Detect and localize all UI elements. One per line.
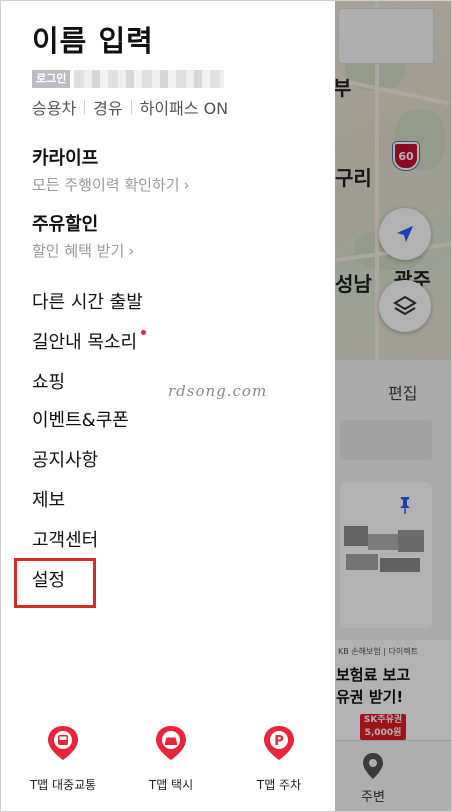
menu-shopping[interactable]: 쇼핑 bbox=[32, 368, 65, 394]
taxi-icon bbox=[152, 724, 190, 762]
carlife-title[interactable]: 카라이프 bbox=[32, 144, 98, 170]
fuel-discount-link-text: 할인 혜택 받기 bbox=[32, 242, 125, 260]
shortcut-parking-label: T맵 주차 bbox=[256, 778, 302, 792]
bus-icon bbox=[44, 724, 82, 762]
menu-depart-later[interactable]: 다른 시간 출발 bbox=[32, 288, 143, 314]
carlife-link[interactable]: 모든 주행이력 확인하기 › bbox=[32, 174, 190, 195]
shortcut-parking[interactable]: P T맵 주차 bbox=[229, 724, 329, 793]
new-badge-dot bbox=[141, 330, 146, 335]
fuel-discount-title[interactable]: 주유할인 bbox=[32, 210, 98, 236]
menu-events-coupons[interactable]: 이벤트&쿠폰 bbox=[32, 406, 129, 432]
divider bbox=[84, 100, 86, 114]
watermark: rdsong.com bbox=[168, 382, 268, 400]
vehicle-type: 승용차 bbox=[32, 99, 77, 118]
vehicle-info[interactable]: 승용차 경유 하이패스 ON bbox=[32, 95, 228, 119]
masked-user-id bbox=[74, 70, 224, 88]
user-name-title[interactable]: 이름 입력 bbox=[32, 18, 154, 60]
parking-glyph: P bbox=[274, 734, 284, 749]
shortcut-transit[interactable]: T맵 대중교통 bbox=[13, 724, 113, 793]
drawer-scrim[interactable] bbox=[335, 0, 452, 812]
fuel-discount-link[interactable]: 할인 혜택 받기 › bbox=[32, 240, 134, 261]
chevron-right-icon: › bbox=[128, 242, 135, 260]
shortcut-taxi-label: T맵 택시 bbox=[148, 778, 194, 792]
side-drawer: 이름 입력 로그인 승용차 경유 하이패스 ON 카라이프 모든 주행이력 확인… bbox=[0, 0, 335, 812]
menu-guidance-voice[interactable]: 길안내 목소리 bbox=[32, 328, 137, 354]
shortcut-taxi[interactable]: T맵 택시 bbox=[121, 724, 221, 793]
menu-report[interactable]: 제보 bbox=[32, 486, 65, 512]
menu-notices[interactable]: 공지사항 bbox=[32, 446, 98, 472]
settings-highlight-box bbox=[14, 558, 96, 608]
carlife-link-text: 모든 주행이력 확인하기 bbox=[32, 176, 180, 194]
chevron-right-icon: › bbox=[183, 176, 190, 194]
shortcut-transit-label: T맵 대중교통 bbox=[29, 778, 97, 792]
fuel-type: 경유 bbox=[93, 99, 123, 118]
login-badge: 로그인 bbox=[32, 70, 71, 88]
menu-customer-center[interactable]: 고객센터 bbox=[32, 526, 98, 552]
divider bbox=[130, 100, 132, 114]
hipass-status: 하이패스 ON bbox=[139, 99, 229, 118]
parking-icon: P bbox=[260, 724, 298, 762]
